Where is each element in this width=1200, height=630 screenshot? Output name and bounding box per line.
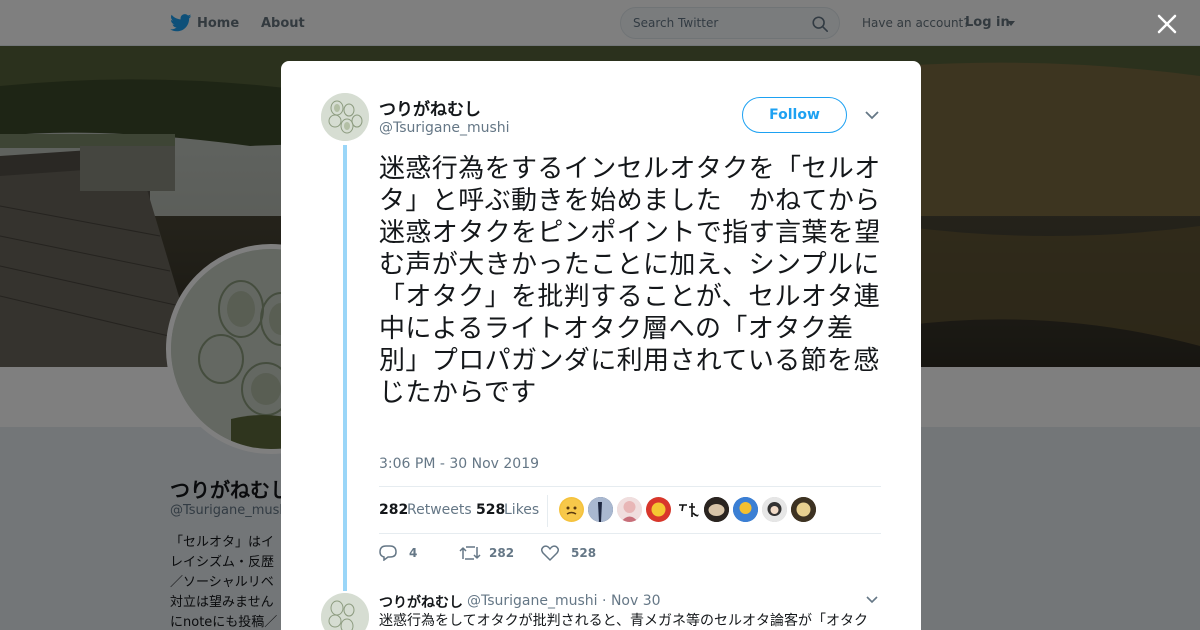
reply-meta[interactable]: @Tsurigane_mushi · Nov 30: [467, 593, 661, 609]
likes-count[interactable]: 528: [476, 502, 505, 518]
liker-avatar[interactable]: [675, 497, 700, 522]
reply-button[interactable]: 4: [379, 543, 439, 563]
thread-line: [343, 145, 347, 591]
liker-avatar[interactable]: [559, 497, 584, 522]
chevron-down-icon[interactable]: [866, 596, 878, 604]
retweets-count[interactable]: 282: [379, 502, 408, 518]
tweet-text: 迷惑行為をするインセルオタクを「セルオタ」と呼ぶ動きを始めました かねてから迷惑…: [379, 154, 881, 408]
tweet-modal: つりがねむし @Tsurigane_mushi Follow 迷惑行為をするイン…: [281, 61, 921, 630]
reply-separator: ·: [602, 593, 607, 609]
chevron-down-icon[interactable]: [865, 110, 879, 120]
reply-date: Nov 30: [610, 593, 661, 609]
liker-avatar[interactable]: [704, 497, 729, 522]
retweet-action-count: 282: [489, 546, 515, 560]
reply-count: 4: [409, 546, 418, 560]
tweet-stats: 282 Retweets 528 Likes: [379, 486, 881, 534]
stats-divider: [547, 495, 548, 527]
heart-icon: [541, 545, 559, 561]
author-handle[interactable]: @Tsurigane_mushi: [379, 120, 510, 136]
like-button[interactable]: 528: [541, 543, 611, 563]
tweet-timestamp[interactable]: 3:06 PM - 30 Nov 2019: [379, 456, 539, 472]
reply-author-avatar[interactable]: [321, 593, 369, 630]
liker-avatar[interactable]: [733, 497, 758, 522]
liker-avatar[interactable]: [617, 497, 642, 522]
likes-label[interactable]: Likes: [504, 502, 539, 518]
retweet-icon: [459, 546, 481, 560]
author-avatar[interactable]: [321, 93, 369, 141]
liker-avatar[interactable]: [588, 497, 613, 522]
follow-button[interactable]: Follow: [742, 97, 847, 133]
liker-avatar[interactable]: [762, 497, 787, 522]
reply-author-handle: @Tsurigane_mushi: [467, 593, 598, 609]
liker-avatar[interactable]: [646, 497, 671, 522]
retweets-label[interactable]: Retweets: [407, 502, 472, 518]
reply-text: 迷惑行為をしてオタクが批判されると、青メガネ等のセルオタ論客が「オタク: [379, 613, 869, 629]
liker-avatar[interactable]: [791, 497, 816, 522]
retweet-button[interactable]: 282: [459, 543, 529, 563]
like-action-count: 528: [571, 546, 597, 560]
reply-author-name[interactable]: つりがねむし: [379, 592, 463, 612]
tweet-actions: 4 282 528: [379, 543, 879, 565]
reply-icon: [379, 545, 397, 561]
close-icon[interactable]: [1156, 13, 1178, 35]
author-name[interactable]: つりがねむし: [379, 95, 481, 120]
